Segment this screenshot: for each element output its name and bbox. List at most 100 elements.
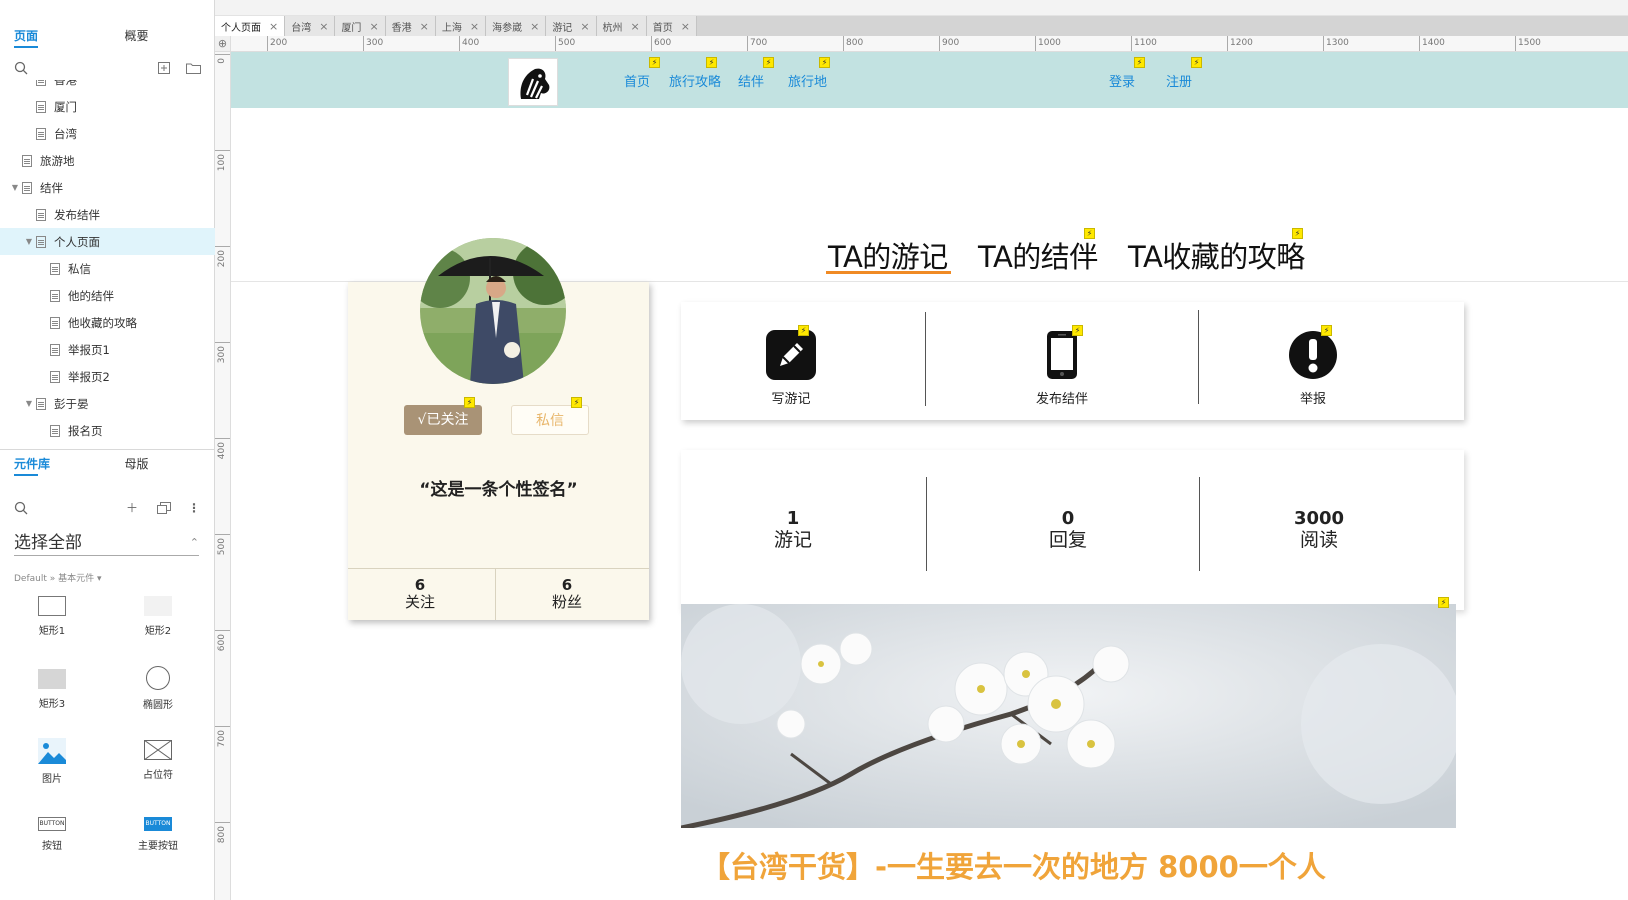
expand-arrow-icon[interactable]: ▼ [10, 183, 20, 192]
close-tab-icon[interactable]: × [269, 20, 278, 33]
tab-widget-library[interactable]: 元件库 [0, 452, 105, 476]
document-tab[interactable]: 游记 × [546, 16, 597, 36]
page-tree-item[interactable]: 发布结伴 [0, 201, 215, 228]
widget-placeholder[interactable]: 占位符 [118, 740, 198, 781]
close-tab-icon[interactable]: × [319, 20, 328, 33]
page-tree-item[interactable]: 他收藏的攻略 [0, 309, 215, 336]
document-tab[interactable]: 个人页面 × [215, 16, 286, 36]
report-button[interactable]: 举报 [1273, 330, 1353, 407]
close-tab-icon[interactable]: × [631, 20, 640, 33]
interaction-bolt-icon[interactable]: ⚡ [464, 397, 475, 408]
page-tree-item[interactable]: ▼ 彭于晏 [0, 390, 215, 417]
nav-guides[interactable]: 旅行攻略 [669, 71, 721, 90]
page-tree-item[interactable]: 举报页1 [0, 336, 215, 363]
expand-arrow-icon[interactable]: ▼ [24, 399, 34, 408]
document-tab[interactable]: 首页 × [646, 16, 697, 36]
document-tab[interactable]: 海参崴 × [486, 16, 547, 36]
tab-outline[interactable]: 概要 [105, 24, 216, 48]
ruler-corner-icon[interactable]: ⊕ [215, 36, 231, 52]
article-cover-image[interactable] [681, 604, 1464, 828]
tab-pages[interactable]: 页面 [0, 24, 105, 48]
add-page-icon[interactable] [158, 62, 170, 74]
page-tree-item[interactable]: 旅游地 [0, 147, 215, 174]
document-tab[interactable]: 厦门 × [335, 16, 386, 36]
close-tab-icon[interactable]: × [530, 20, 539, 33]
search-icon[interactable] [14, 501, 28, 515]
tab-ta-companions[interactable]: TA的结伴 [978, 234, 1098, 276]
widget-button[interactable]: BUTTON 按钮 [12, 817, 92, 852]
page-tree-item[interactable]: 报名页 [0, 417, 215, 444]
library-select[interactable]: 选择全部 ⌃ [14, 530, 199, 556]
interaction-bolt-icon[interactable]: ⚡ [1084, 228, 1095, 239]
placeholder-icon [144, 740, 172, 760]
document-tab[interactable]: 上海 × [435, 16, 487, 36]
ruler-label: 600 [654, 38, 672, 48]
interaction-bolt-icon[interactable]: ⚡ [1134, 57, 1145, 68]
ruler-label: 900 [942, 38, 960, 48]
close-tab-icon[interactable]: × [369, 20, 378, 33]
nav-register[interactable]: 注册 [1166, 71, 1192, 90]
interaction-bolt-icon[interactable]: ⚡ [1292, 228, 1303, 239]
page-tree-item[interactable]: 香港 [0, 80, 215, 93]
document-tab[interactable]: 台湾 × [285, 16, 336, 36]
interaction-bolt-icon[interactable]: ⚡ [798, 325, 809, 336]
widget-rect3[interactable]: 矩形3 [12, 669, 92, 710]
post-companion-button[interactable]: 发布结伴 [1022, 330, 1102, 407]
close-tab-icon[interactable]: × [681, 20, 690, 33]
nav-home[interactable]: 首页 [624, 71, 650, 90]
interaction-bolt-icon[interactable]: ⚡ [706, 57, 717, 68]
document-tab[interactable]: 香港 × [385, 16, 436, 36]
page-tree-label: 香港 [54, 80, 77, 88]
page-tree-item[interactable]: 他的结伴 [0, 282, 215, 309]
interaction-bolt-icon[interactable]: ⚡ [819, 57, 830, 68]
widget-image[interactable]: 图片 [12, 738, 92, 785]
nav-login[interactable]: 登录 [1109, 71, 1135, 90]
close-tab-icon[interactable]: × [420, 20, 429, 33]
page-tree-item[interactable]: ▼ 个人页面 [0, 228, 215, 255]
plus-icon[interactable]: ＋ [125, 501, 139, 515]
user-avatar[interactable] [420, 238, 566, 384]
document-tab-label: 首页 [652, 22, 673, 34]
tab-ta-travelogues[interactable]: TA的游记 [828, 234, 948, 276]
interaction-bolt-icon[interactable]: ⚡ [1072, 325, 1083, 336]
interaction-bolt-icon[interactable]: ⚡ [1438, 597, 1449, 608]
widget-ellipse[interactable]: 椭圆形 [118, 666, 198, 711]
close-tab-icon[interactable]: × [470, 20, 479, 33]
message-button[interactable]: 私信 [511, 405, 589, 435]
add-folder-icon[interactable] [186, 62, 201, 74]
nav-destinations[interactable]: 旅行地 [788, 71, 827, 90]
page-tree-item[interactable]: 举报页2 [0, 363, 215, 390]
tab-ta-saved-guides[interactable]: TA收藏的攻略 [1128, 234, 1305, 276]
write-travelogue-button[interactable]: 写游记 [751, 330, 831, 407]
copy-icon[interactable] [157, 502, 171, 514]
page-tree-item[interactable]: 厦门 [0, 93, 215, 120]
document-tab[interactable]: 杭州 × [596, 16, 647, 36]
more-options-icon[interactable]: ⋮ [187, 501, 201, 515]
search-icon[interactable] [14, 61, 28, 75]
ruler-label: 400 [217, 442, 227, 460]
article-title[interactable]: 【台湾干货】-一生要去一次的地方 8000一个人 [701, 844, 1326, 886]
design-canvas[interactable]: 首页 旅行攻略 结伴 旅行地 登录 注册 ⚡ ⚡ ⚡ ⚡ ⚡ ⚡ TA的游记 T… [231, 52, 1628, 900]
page-tree-item[interactable]: ▼ 结伴 [0, 174, 215, 201]
tab-masters[interactable]: 母版 [105, 452, 216, 476]
interaction-bolt-icon[interactable]: ⚡ [649, 57, 660, 68]
interaction-bolt-icon[interactable]: ⚡ [1191, 57, 1202, 68]
interaction-bolt-icon[interactable]: ⚡ [763, 57, 774, 68]
page-tree-item[interactable]: 私信 [0, 255, 215, 282]
widget-rect2[interactable]: 矩形2 [118, 596, 198, 637]
widget-rect1[interactable]: 矩形1 [12, 596, 92, 637]
interaction-bolt-icon[interactable]: ⚡ [571, 397, 582, 408]
page-icon [36, 80, 46, 86]
stat-following[interactable]: 6 关注 [346, 577, 494, 611]
expand-arrow-icon[interactable]: ▼ [24, 237, 34, 246]
page-icon [36, 127, 46, 140]
widget-primary-button[interactable]: BUTTON 主要按钮 [118, 817, 198, 852]
interaction-bolt-icon[interactable]: ⚡ [1321, 325, 1332, 336]
follow-button[interactable]: √已关注 [404, 405, 482, 435]
site-logo[interactable] [508, 58, 558, 106]
stat-followers[interactable]: 6 粉丝 [493, 577, 641, 611]
close-tab-icon[interactable]: × [580, 20, 589, 33]
page-tree-item[interactable]: 台湾 [0, 120, 215, 147]
nav-companions[interactable]: 结伴 [738, 71, 764, 90]
ruler-label: 1000 [1038, 38, 1061, 48]
